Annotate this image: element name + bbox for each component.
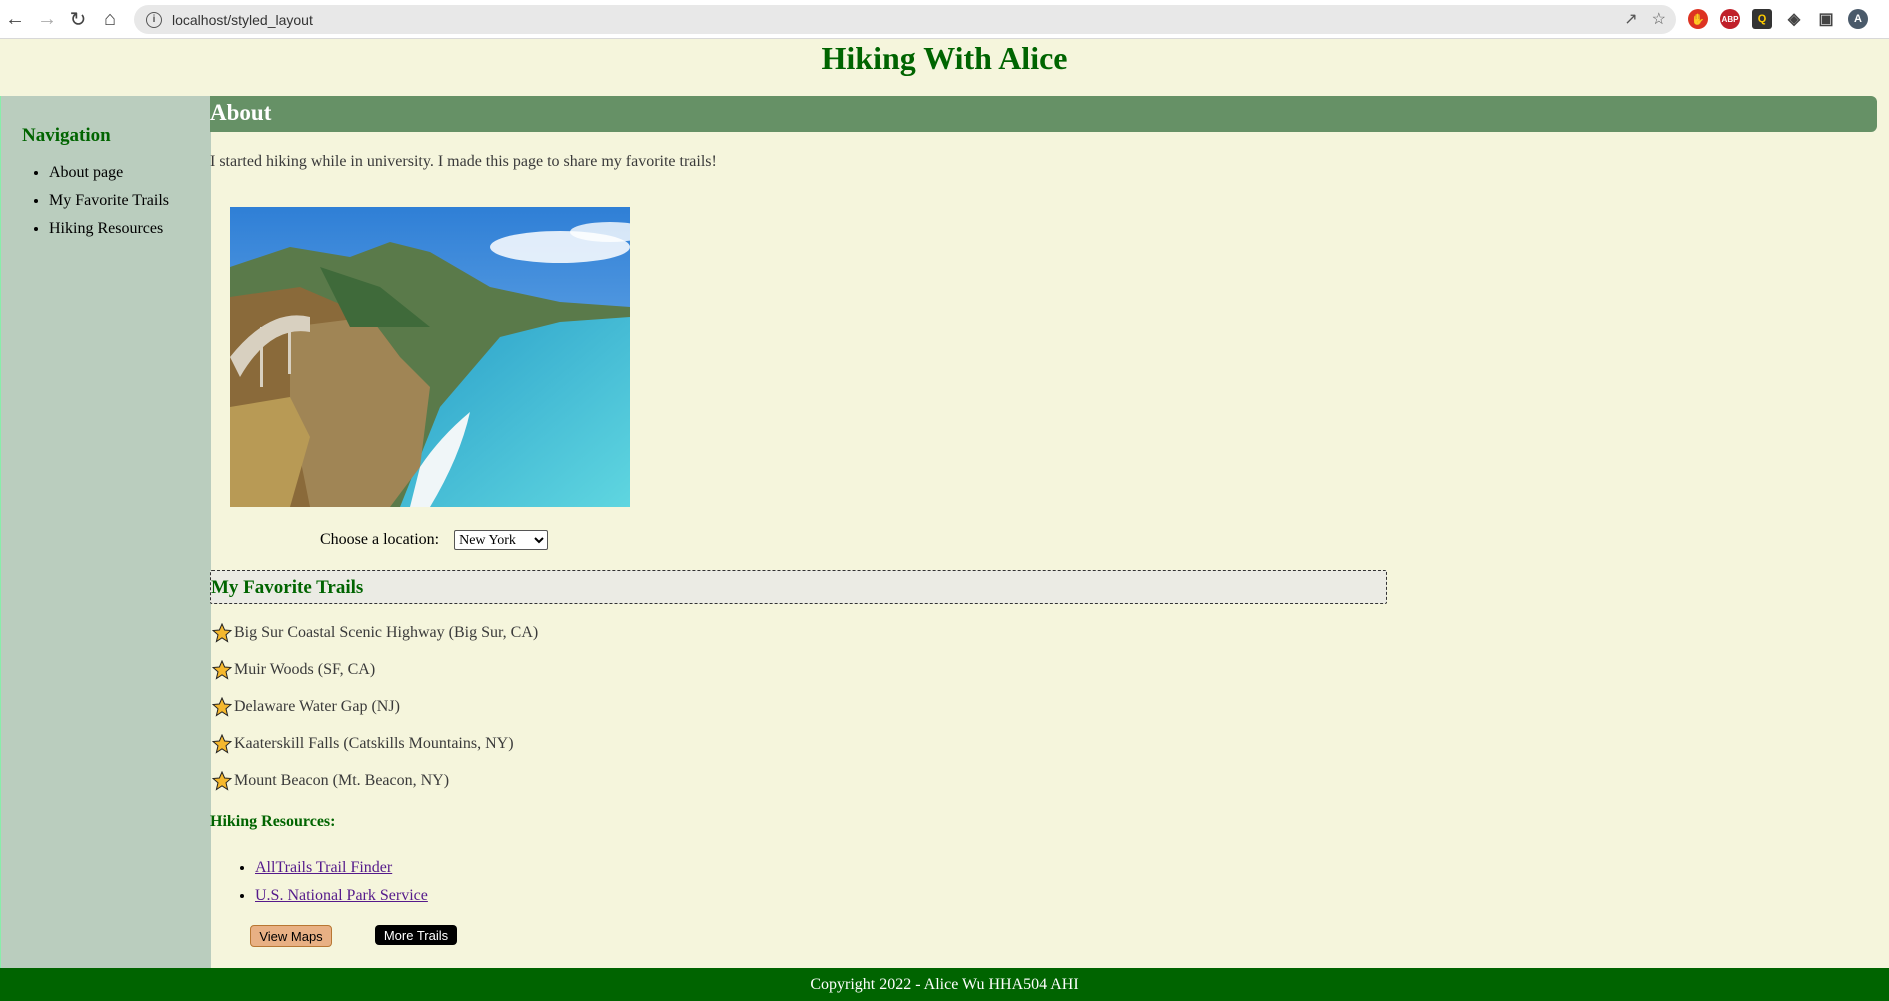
star-icon [212,660,232,680]
browser-toolbar: ← → ↻ ⌂ i localhost/styled_layout ↗ ☆ ✋ … [0,0,1889,39]
trail-item: Mount Beacon (Mt. Beacon, NY) [212,771,449,791]
star-icon [212,771,232,791]
favorite-trails-header: My Favorite Trails [210,570,1387,604]
location-selector: Choose a location: New York [320,530,549,550]
sidebar-item-favorite-trails[interactable]: My Favorite Trails [49,187,169,215]
about-section-header: About [210,96,1877,132]
trail-name: Muir Woods (SF, CA) [234,661,376,678]
site-title: Hiking With Alice [821,40,1068,76]
address-bar-url[interactable]: localhost/styled_layout [172,12,313,28]
view-maps-button[interactable]: View Maps [250,925,332,947]
puzzle-extensions-icon[interactable]: ◈ [1784,9,1804,29]
footer: Copyright 2022 - Alice Wu HHA504 AHI [0,968,1889,1001]
about-intro-text: I started hiking while in university. I … [210,153,717,170]
extension-icon[interactable]: Q [1752,9,1772,29]
address-bar[interactable]: i localhost/styled_layout ↗ ☆ [134,5,1676,34]
home-icon[interactable]: ⌂ [95,4,125,34]
adblock-plus-extension-icon[interactable]: ABP [1720,9,1740,29]
location-select[interactable]: New York [454,530,549,550]
hiking-resources-heading: Hiking Resources: [210,813,336,830]
sidebar-item-about[interactable]: About page [49,159,169,187]
trail-name: Big Sur Coastal Scenic Highway (Big Sur,… [234,624,539,641]
back-icon[interactable]: ← [0,4,30,34]
trail-item: Delaware Water Gap (NJ) [212,697,400,717]
trail-name: Mount Beacon (Mt. Beacon, NY) [234,772,450,789]
adblock-extension-icon[interactable]: ✋ [1688,9,1708,29]
sidebar-nav-list: About page My Favorite Trails Hiking Res… [27,159,169,243]
location-label: Choose a location: [320,531,440,548]
trail-name: Kaaterskill Falls (Catskills Mountains, … [234,735,514,752]
reload-icon[interactable]: ↻ [63,4,93,34]
profile-avatar[interactable]: A [1848,9,1868,29]
list-item: U.S. National Park Service [255,882,428,910]
trail-item: Muir Woods (SF, CA) [212,660,375,680]
forward-icon[interactable]: → [32,4,62,34]
alltrails-link[interactable]: AllTrails Trail Finder [255,859,392,876]
trail-name: Delaware Water Gap (NJ) [234,698,400,715]
trail-item: Kaaterskill Falls (Catskills Mountains, … [212,734,514,754]
share-icon[interactable]: ↗ [1624,9,1637,29]
site-info-icon[interactable]: i [146,11,162,28]
about-heading: About [210,100,272,125]
trail-item: Big Sur Coastal Scenic Highway (Big Sur,… [212,623,538,643]
more-trails-button[interactable]: More Trails [375,925,457,945]
sidebar-item-hiking-resources[interactable]: Hiking Resources [49,215,169,243]
resources-list: AllTrails Trail Finder U.S. National Par… [235,854,428,910]
sidebar: Navigation About page My Favorite Trails… [0,96,211,968]
favorite-trails-heading: My Favorite Trails [211,577,364,598]
nps-link[interactable]: U.S. National Park Service [255,887,428,904]
star-icon [212,623,232,643]
star-icon [212,697,232,717]
side-panel-icon[interactable]: ▣ [1816,9,1836,29]
star-icon [212,734,232,754]
bookmark-star-icon[interactable]: ☆ [1652,9,1666,29]
coastal-landscape-photo [230,207,630,507]
list-item: AllTrails Trail Finder [255,854,428,882]
sidebar-heading: Navigation [22,125,111,146]
